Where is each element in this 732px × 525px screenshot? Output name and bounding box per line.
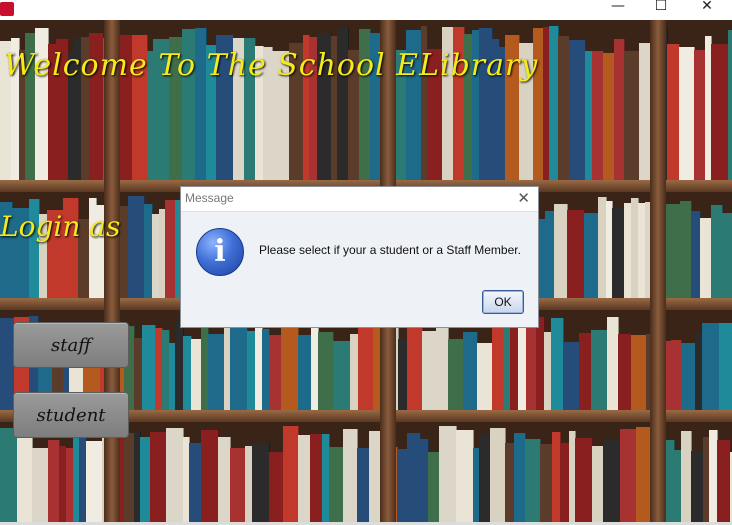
minimize-icon[interactable]: — bbox=[598, 0, 638, 20]
staff-button[interactable]: staff bbox=[13, 322, 129, 368]
book-spine bbox=[0, 428, 18, 522]
book-spine bbox=[666, 204, 681, 298]
window-titlebar: — ☐ ✕ bbox=[0, 0, 732, 20]
book-spine bbox=[283, 426, 299, 522]
ok-button[interactable]: OK bbox=[482, 290, 524, 314]
welcome-title: Welcome To The School ELibrary bbox=[4, 48, 539, 83]
book-spine bbox=[128, 196, 145, 298]
book-spine bbox=[681, 343, 696, 410]
student-button[interactable]: student bbox=[13, 392, 129, 438]
book-spine bbox=[17, 429, 33, 522]
book-spine bbox=[407, 433, 421, 522]
book-spine bbox=[463, 332, 478, 410]
book-spine bbox=[407, 321, 423, 410]
book-spine bbox=[32, 448, 49, 522]
dialog-title: Message bbox=[185, 191, 234, 205]
book-spine bbox=[333, 341, 351, 410]
book-spine bbox=[230, 448, 246, 522]
book-spine bbox=[717, 440, 731, 522]
book-spine bbox=[318, 332, 334, 410]
book-spine bbox=[422, 331, 437, 410]
book-spine bbox=[563, 342, 580, 410]
book-spine bbox=[490, 428, 506, 522]
java-app-icon bbox=[0, 2, 14, 16]
book-spine bbox=[201, 430, 219, 522]
book-spine bbox=[142, 325, 156, 410]
book-spine bbox=[603, 439, 621, 522]
book-spine bbox=[567, 210, 585, 298]
dialog-body: i Please select if your a student or a S… bbox=[181, 212, 538, 327]
book-spine bbox=[620, 429, 637, 522]
book-spine bbox=[230, 316, 248, 410]
book-spine bbox=[166, 428, 184, 522]
book-spine bbox=[298, 335, 312, 410]
maximize-icon[interactable]: ☐ bbox=[641, 0, 681, 20]
book-spine bbox=[329, 447, 344, 522]
book-spine bbox=[584, 213, 599, 298]
message-dialog: Message ✕ i Please select if your a stud… bbox=[180, 186, 539, 328]
login-as-label: Login as bbox=[0, 210, 121, 243]
book-spine bbox=[252, 443, 270, 522]
book-spine bbox=[269, 452, 284, 522]
book-spine bbox=[702, 323, 720, 410]
shelf-post bbox=[104, 20, 120, 522]
book-spine bbox=[150, 432, 167, 522]
book-spine bbox=[448, 339, 464, 410]
book-spine bbox=[719, 323, 732, 410]
book-spine bbox=[439, 426, 457, 522]
book-spine bbox=[525, 439, 541, 522]
book-spine bbox=[631, 335, 647, 410]
book-spine bbox=[722, 213, 732, 298]
book-spine bbox=[554, 204, 568, 298]
book-spine bbox=[591, 330, 608, 410]
book-spine bbox=[208, 334, 225, 410]
close-icon[interactable]: ✕ bbox=[517, 189, 530, 207]
book-spine bbox=[618, 334, 632, 410]
book-spine bbox=[86, 441, 103, 522]
book-spine bbox=[477, 343, 493, 410]
book-spine bbox=[624, 51, 640, 180]
information-icon: i bbox=[196, 228, 244, 276]
close-icon[interactable]: ✕ bbox=[687, 0, 727, 20]
dialog-message: Please select if your a student or a Sta… bbox=[259, 243, 521, 257]
book-spine bbox=[569, 40, 586, 180]
book-spine bbox=[636, 427, 651, 522]
book-spine bbox=[679, 47, 695, 180]
book-spine bbox=[358, 325, 374, 410]
book-spine bbox=[575, 438, 593, 522]
shelf-post bbox=[650, 20, 666, 522]
book-spine bbox=[281, 324, 299, 410]
book-spine bbox=[343, 429, 358, 522]
book-spine bbox=[711, 44, 729, 180]
dialog-titlebar: Message ✕ bbox=[181, 187, 538, 212]
book-spine bbox=[456, 430, 474, 522]
book-spine bbox=[728, 30, 732, 180]
